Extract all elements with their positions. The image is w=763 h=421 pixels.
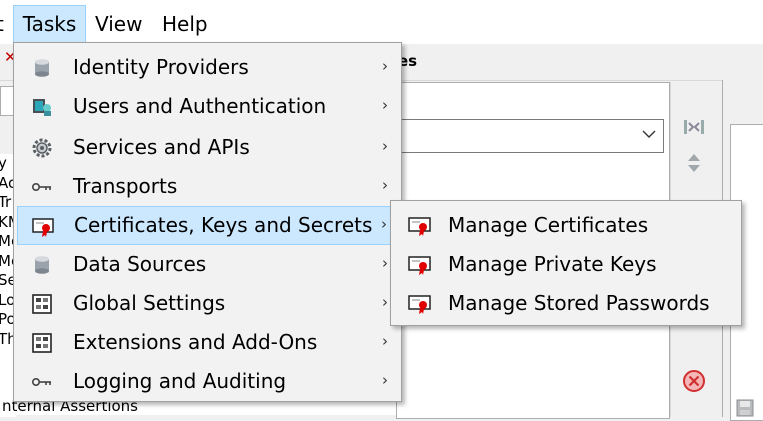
submenu-item-manage-private-keys[interactable]: Manage Private Keys [394, 245, 738, 283]
menu-item-label: Certificates, Keys and Secrets [74, 213, 373, 237]
submenu-item-label: Manage Certificates [448, 213, 649, 237]
menu-item-services-and-apis[interactable]: Services and APIs › [17, 129, 398, 166]
chevron-right-icon: › [382, 176, 388, 194]
chevron-right-icon: › [382, 293, 388, 311]
password-icon [408, 295, 431, 314]
menu-item-label: Data Sources [73, 252, 207, 276]
menu-item-logging-and-auditing[interactable]: Logging and Auditing › [17, 363, 398, 400]
certificate-icon [32, 218, 54, 237]
menu-bar-item-previous[interactable]: t [0, 6, 8, 42]
menu-item-label: Extensions and Add-Ons [73, 330, 318, 354]
submenu-item-manage-certificates[interactable]: Manage Certificates [394, 206, 738, 244]
logging-icon [31, 378, 51, 387]
users-icon [33, 99, 51, 116]
private-key-icon [408, 256, 431, 275]
chevron-right-icon: › [382, 57, 388, 75]
menu-item-identity-providers[interactable]: Identity Providers › [17, 49, 398, 86]
chevron-right-icon: › [382, 371, 388, 389]
chevron-right-icon: › [382, 137, 388, 155]
menu-item-label: Global Settings [73, 291, 226, 315]
menu-bar-item-help[interactable]: Help [162, 6, 208, 42]
menu-item-label: Transports [73, 174, 178, 198]
menu-item-global-settings[interactable]: Global Settings › [17, 285, 398, 322]
extension-icon [32, 333, 52, 353]
chevron-down-icon [642, 130, 656, 138]
transport-icon [31, 183, 51, 192]
menu-item-data-sources[interactable]: Data Sources › [17, 246, 398, 283]
delete-icon[interactable] [681, 368, 707, 394]
certificate-icon [408, 217, 431, 236]
menu-item-extensions-and-add-ons[interactable]: Extensions and Add-Ons › [17, 324, 398, 361]
tasks-menu: Identity Providers › Users and Authentic… [13, 42, 402, 402]
move-up-down-icon[interactable] [681, 150, 707, 176]
split-icon[interactable] [681, 114, 707, 140]
submenu-item-manage-stored-passwords[interactable]: Manage Stored Passwords [394, 284, 738, 322]
background-combo-box[interactable] [400, 119, 664, 153]
menu-bar: t Tasks View Help [0, 0, 763, 44]
chevron-right-icon: › [382, 96, 388, 114]
menu-item-users-and-authentication[interactable]: Users and Authentication › [17, 88, 398, 125]
menu-bar-item-view[interactable]: View [95, 6, 142, 42]
menu-item-label: Services and APIs [73, 135, 250, 159]
database-icon [35, 256, 49, 274]
gear-icon [32, 138, 52, 158]
certificates-submenu: Manage Certificates Manage Private Keys … [390, 200, 742, 326]
menu-item-label: Users and Authentication [73, 94, 327, 118]
menu-item-label: Logging and Auditing [73, 369, 287, 393]
database-icon [35, 59, 49, 77]
chevron-right-icon: › [381, 215, 387, 233]
menu-item-transports[interactable]: Transports › [17, 168, 398, 205]
submenu-item-label: Manage Stored Passwords [448, 291, 710, 315]
menu-bar-item-tasks[interactable]: Tasks [13, 5, 86, 43]
menu-item-certificates-keys-and-secrets[interactable]: Certificates, Keys and Secrets › [17, 206, 398, 245]
chevron-right-icon: › [382, 332, 388, 350]
settings-icon [32, 294, 52, 314]
menu-item-label: Identity Providers [73, 55, 249, 79]
submenu-item-label: Manage Private Keys [448, 252, 657, 276]
save-icon[interactable] [735, 398, 755, 418]
chevron-right-icon: › [382, 254, 388, 272]
